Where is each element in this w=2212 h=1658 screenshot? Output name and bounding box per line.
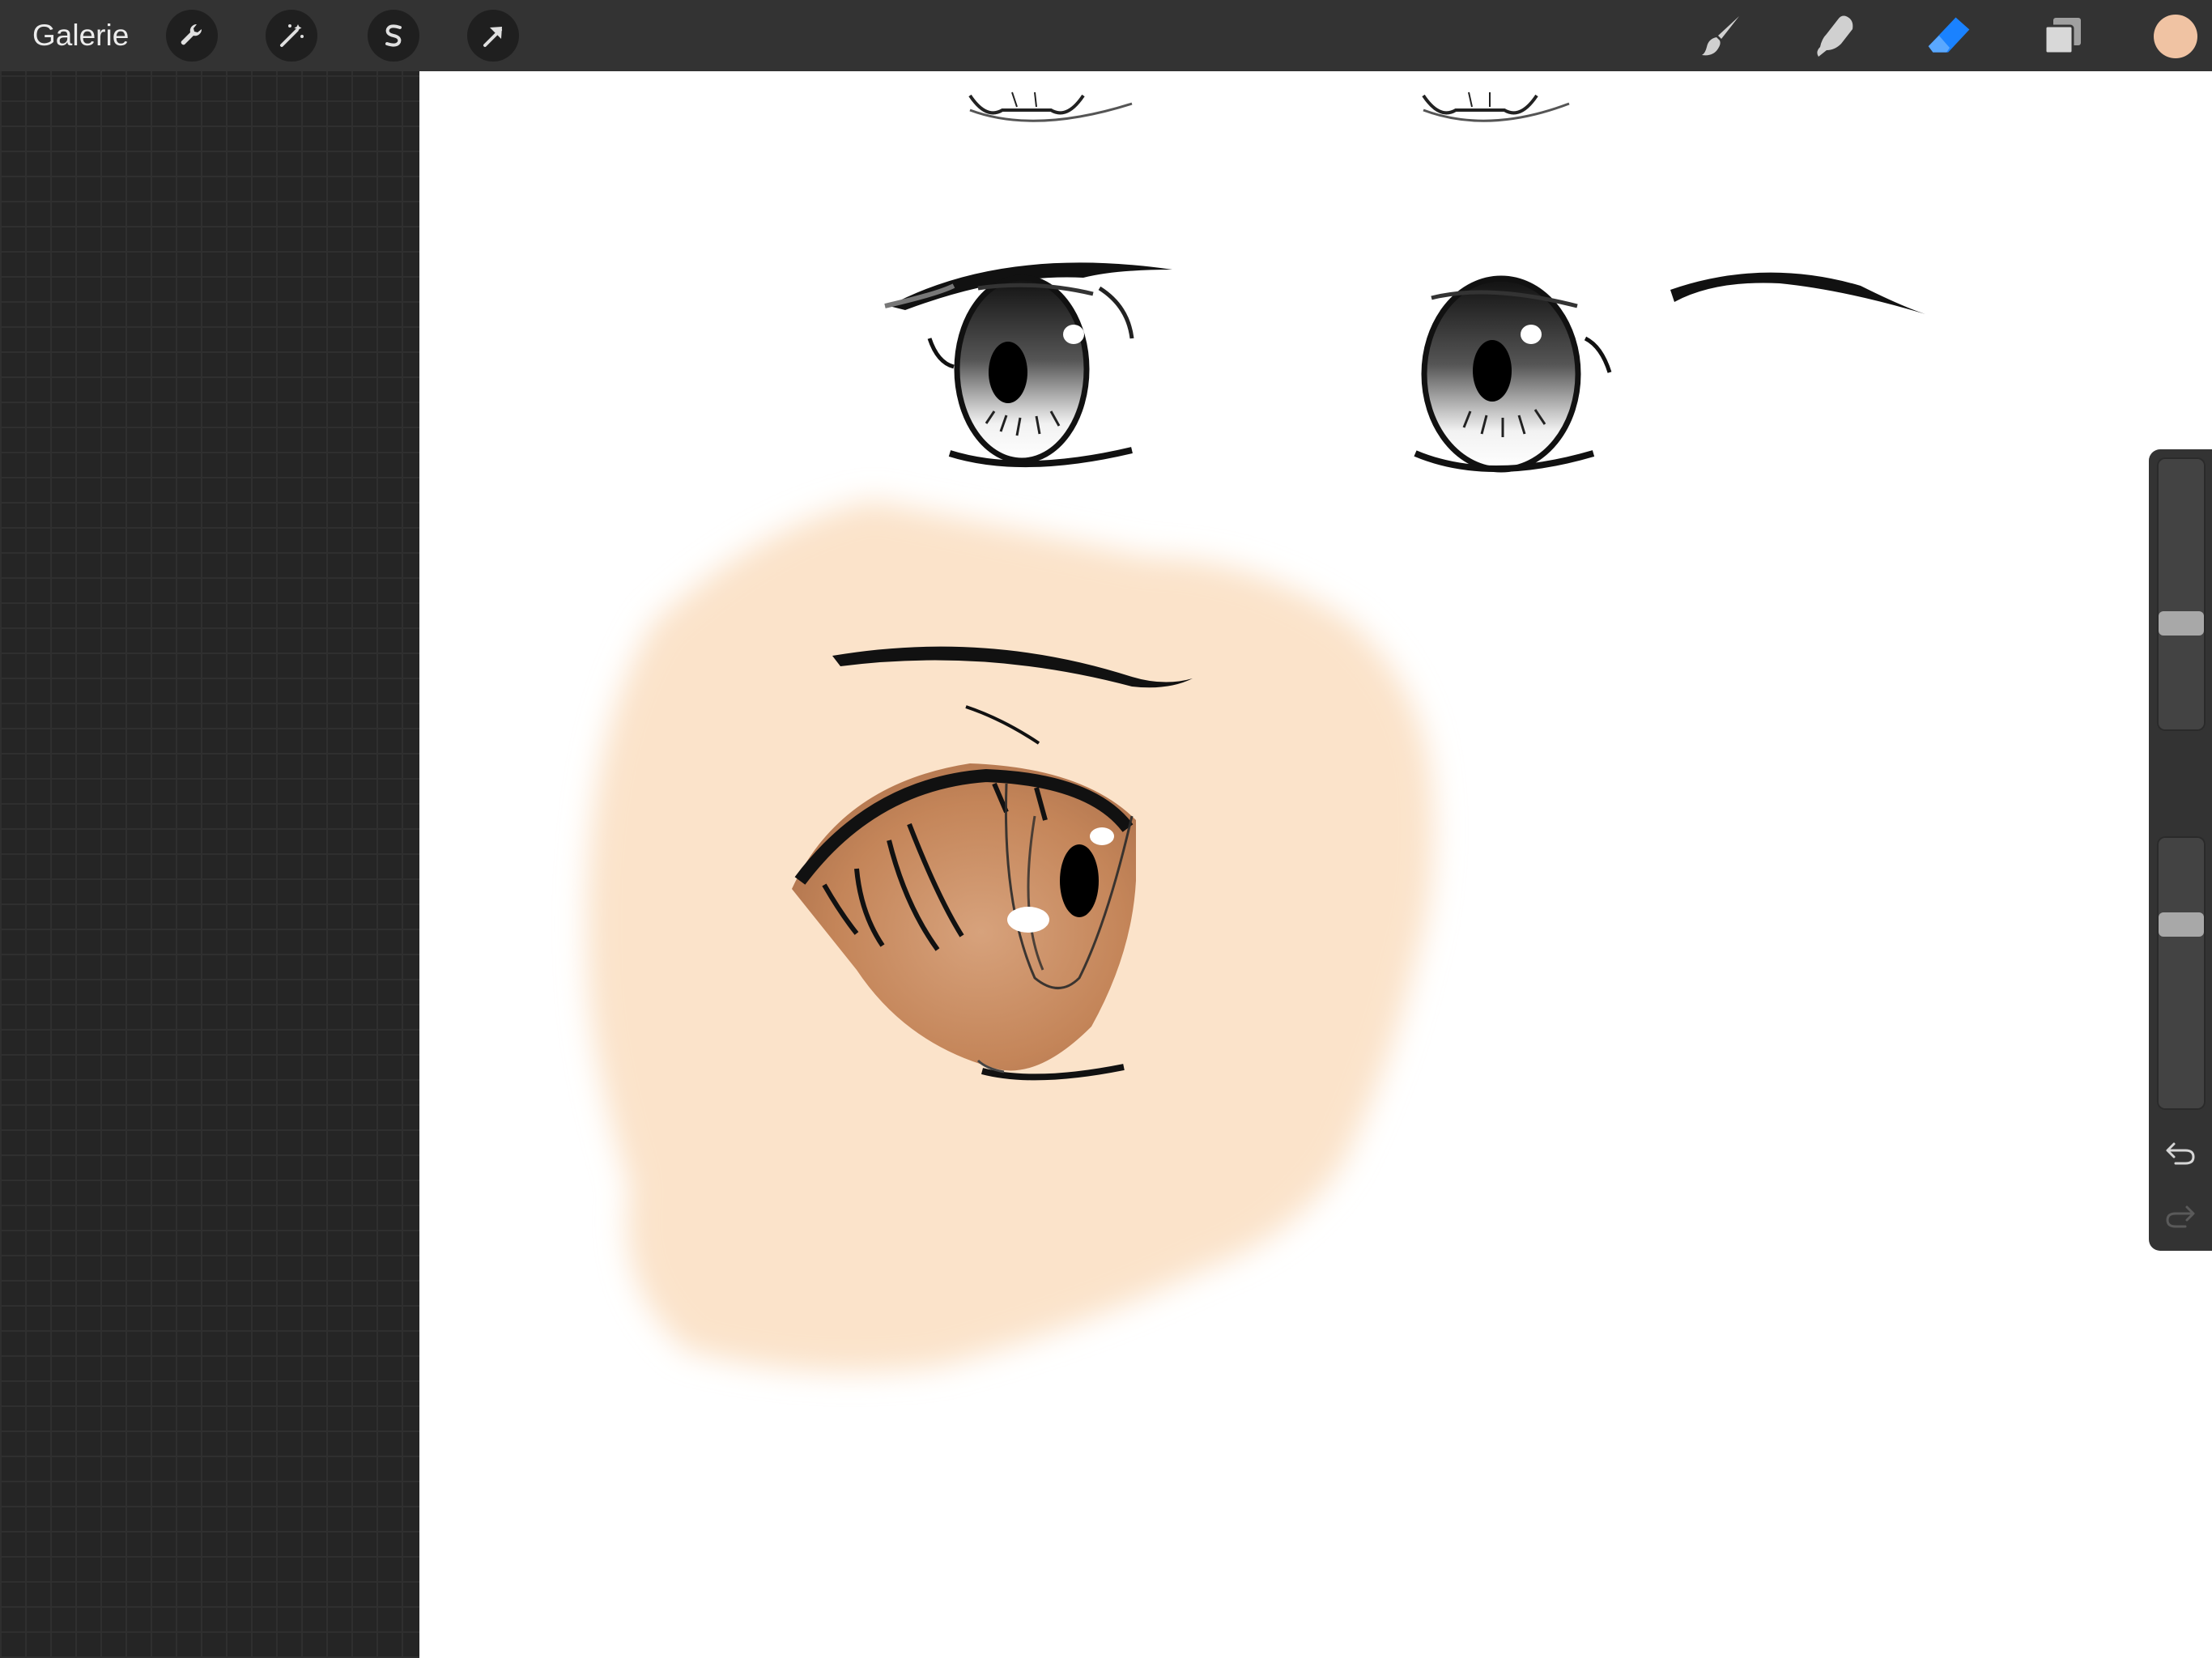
smudge-tool-button[interactable] xyxy=(1810,11,1859,60)
drawing-canvas[interactable] xyxy=(419,71,2212,1658)
color-swatch-button[interactable] xyxy=(2154,15,2197,58)
adjustments-button[interactable] xyxy=(266,10,317,62)
redo-button[interactable] xyxy=(2149,1188,2212,1245)
arrow-cursor-icon xyxy=(483,27,502,47)
layers-button[interactable] xyxy=(2039,11,2087,60)
brush-tool-button[interactable] xyxy=(1697,11,1746,60)
actions-button[interactable] xyxy=(166,10,218,62)
smudge-finger-icon xyxy=(1817,15,1853,57)
brush-size-slider[interactable] xyxy=(2157,457,2206,731)
brush-icon xyxy=(1702,16,1739,56)
layers-icon xyxy=(2044,18,2081,55)
undo-arrow-icon xyxy=(2166,1142,2195,1165)
opacity-slider[interactable] xyxy=(2157,836,2206,1110)
right-sidebar xyxy=(2149,449,2212,1251)
selection-button[interactable] xyxy=(368,10,419,62)
artwork xyxy=(586,91,1925,1372)
wrench-icon xyxy=(181,23,202,45)
transform-button[interactable] xyxy=(467,10,519,62)
gallery-button[interactable]: Galerie xyxy=(32,0,129,71)
eraser-icon xyxy=(1928,17,1970,53)
selection-s-icon xyxy=(385,24,402,47)
eraser-tool-button[interactable] xyxy=(1925,11,1974,60)
bw-eye-right xyxy=(1414,272,1925,473)
brush-size-slider-thumb[interactable] xyxy=(2159,611,2204,636)
bw-eye-left xyxy=(884,262,1172,468)
top-toolbar: Galerie xyxy=(0,0,2212,71)
redo-arrow-icon xyxy=(2166,1205,2195,1228)
top-eyes-partial xyxy=(968,91,1570,122)
opacity-slider-thumb[interactable] xyxy=(2159,912,2204,937)
magic-wand-icon xyxy=(280,24,304,47)
undo-button[interactable] xyxy=(2149,1125,2212,1182)
